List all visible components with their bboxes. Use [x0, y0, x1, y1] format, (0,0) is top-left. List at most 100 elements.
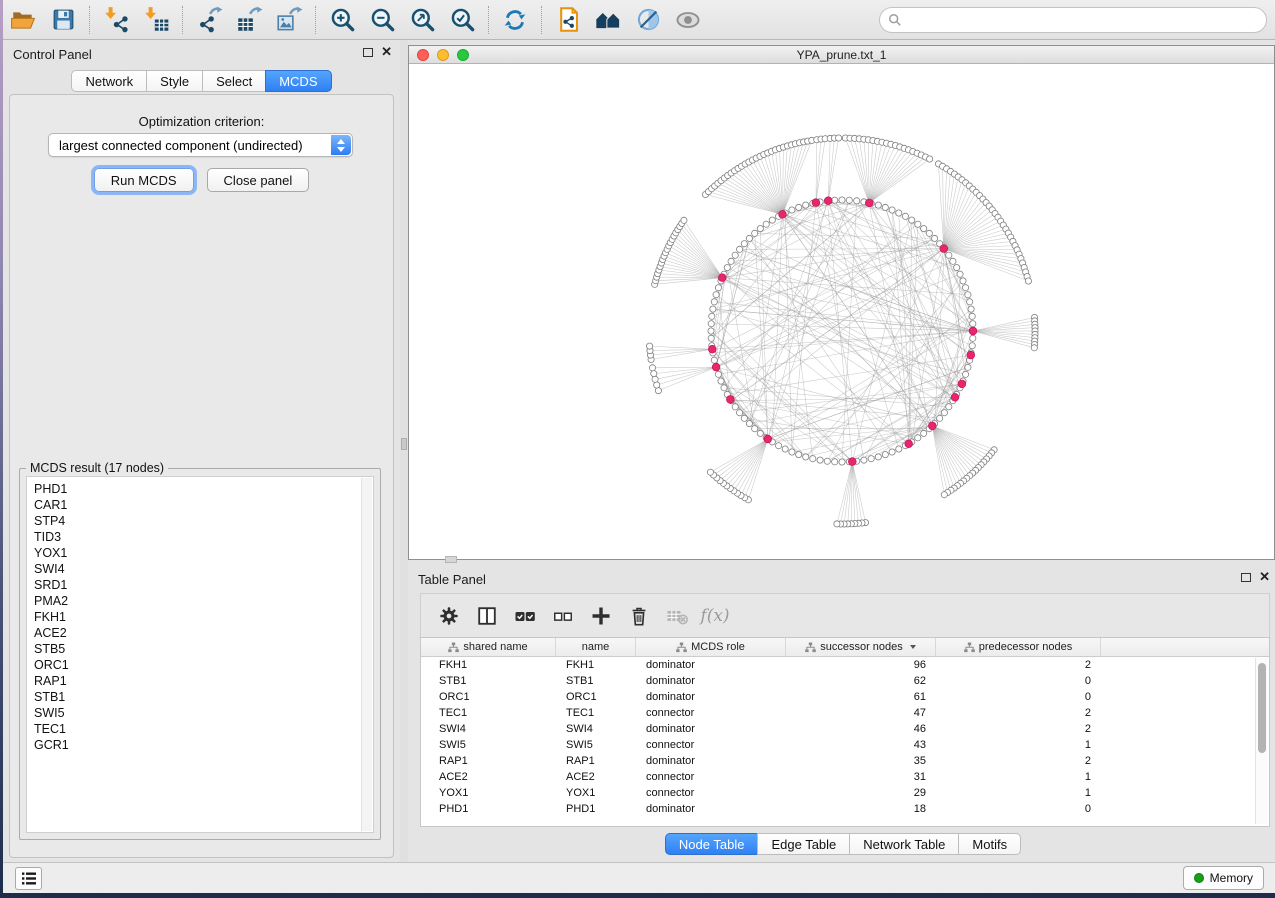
float-panel-icon[interactable]	[1241, 573, 1251, 582]
table-row[interactable]: SWI5SWI5connector431	[421, 737, 1269, 753]
close-panel-button[interactable]: Close panel	[207, 168, 310, 192]
splitter-grabber[interactable]	[401, 438, 407, 450]
result-node-item[interactable]: PHD1	[34, 481, 373, 497]
table-row[interactable]: PHD1PHD1dominator180	[421, 801, 1269, 817]
criterion-dropdown[interactable]: largest connected component (undirected)	[48, 133, 353, 157]
import-network-button[interactable]	[96, 3, 136, 37]
select-all-button[interactable]	[509, 600, 541, 632]
export-table-button[interactable]	[229, 3, 269, 37]
control-panel-title: Control Panel	[13, 47, 92, 62]
table-row[interactable]: ACE2ACE2connector311	[421, 769, 1269, 785]
show-hide-panels-button[interactable]	[668, 3, 708, 37]
task-history-button[interactable]	[15, 867, 42, 890]
table-scrollbar[interactable]	[1255, 658, 1267, 824]
column-header-predecessors[interactable]: predecessor nodes	[936, 638, 1101, 656]
zoom-selected-button[interactable]	[442, 3, 482, 37]
window-maximize-icon[interactable]	[457, 49, 469, 61]
column-header-successors[interactable]: successor nodes	[786, 638, 936, 656]
result-node-item[interactable]: YOX1	[34, 545, 373, 561]
table-row[interactable]: YOX1YOX1connector291	[421, 785, 1269, 801]
result-node-item[interactable]: PMA2	[34, 593, 373, 609]
result-node-item[interactable]: STB1	[34, 689, 373, 705]
export-web-page-button[interactable]	[548, 3, 588, 37]
zoom-out-button[interactable]	[362, 3, 402, 37]
tab-network-table[interactable]: Network Table	[849, 833, 958, 855]
result-node-item[interactable]: STP4	[34, 513, 373, 529]
result-node-item[interactable]: SWI5	[34, 705, 373, 721]
window-close-icon[interactable]	[417, 49, 429, 61]
houses-icon	[594, 6, 622, 34]
zoom-fit-button[interactable]	[402, 3, 442, 37]
run-mcds-button[interactable]: Run MCDS	[94, 168, 194, 192]
table-row[interactable]: SWI4SWI4dominator462	[421, 721, 1269, 737]
delete-table-button[interactable]	[661, 600, 693, 632]
node-table[interactable]: shared namename MCDS role successor nodesp…	[420, 637, 1270, 827]
cell-shared_name: SWI4	[421, 723, 556, 735]
result-node-item[interactable]: STB5	[34, 641, 373, 657]
tab-edge-table[interactable]: Edge Table	[757, 833, 849, 855]
vertical-splitter[interactable]	[400, 40, 408, 862]
zoom-out-icon	[369, 6, 396, 33]
table-row[interactable]: STB1STB1dominator620	[421, 673, 1269, 689]
toggle-graphics-details-button[interactable]	[628, 3, 668, 37]
network-window-titlebar[interactable]: YPA_prune.txt_1	[409, 46, 1274, 64]
tab-mcds[interactable]: MCDS	[265, 70, 331, 92]
cell-predecessors: 0	[936, 691, 1101, 703]
deselect-all-button[interactable]	[547, 600, 579, 632]
criterion-value: largest connected component (undirected)	[59, 138, 303, 153]
float-panel-icon[interactable]	[363, 48, 373, 57]
tab-motifs[interactable]: Motifs	[958, 833, 1021, 855]
save-session-button[interactable]	[43, 3, 83, 37]
network-home-button[interactable]	[588, 3, 628, 37]
search-box[interactable]	[879, 7, 1267, 33]
cell-shared_name: YOX1	[421, 787, 556, 799]
network-graph[interactable]	[409, 64, 1274, 559]
result-node-item[interactable]: TEC1	[34, 721, 373, 737]
mcds-result-list[interactable]: PHD1CAR1STP4TID3YOX1SWI4SRD1PMA2FKH1ACE2…	[26, 476, 374, 833]
horizontal-splitter-grabber[interactable]	[445, 556, 457, 563]
table-row[interactable]: FKH1FKH1dominator962	[421, 657, 1269, 673]
show-columns-button[interactable]	[471, 600, 503, 632]
tab-select[interactable]: Select	[202, 70, 265, 92]
column-label: MCDS role	[691, 641, 745, 653]
result-node-item[interactable]: SWI4	[34, 561, 373, 577]
tab-node-table[interactable]: Node Table	[665, 833, 758, 855]
tab-style[interactable]: Style	[146, 70, 202, 92]
result-list-scrollbar[interactable]	[361, 478, 372, 831]
cell-role: dominator	[636, 691, 786, 703]
cell-name: ORC1	[556, 691, 636, 703]
result-node-item[interactable]: ORC1	[34, 657, 373, 673]
table-row[interactable]: TEC1TEC1connector472	[421, 705, 1269, 721]
table-row[interactable]: RAP1RAP1dominator352	[421, 753, 1269, 769]
export-network-button[interactable]	[189, 3, 229, 37]
table-row[interactable]: ORC1ORC1dominator610	[421, 689, 1269, 705]
result-node-item[interactable]: RAP1	[34, 673, 373, 689]
result-node-item[interactable]: CAR1	[34, 497, 373, 513]
result-node-item[interactable]: TID3	[34, 529, 373, 545]
tab-network[interactable]: Network	[71, 70, 146, 92]
export-image-button[interactable]	[269, 3, 309, 37]
function-builder-button[interactable]: f(x)	[699, 600, 731, 632]
zoom-in-button[interactable]	[322, 3, 362, 37]
window-minimize-icon[interactable]	[437, 49, 449, 61]
result-node-item[interactable]: FKH1	[34, 609, 373, 625]
apply-layout-button[interactable]	[495, 3, 535, 37]
close-panel-icon[interactable]: ✕	[381, 47, 392, 57]
open-file-button[interactable]	[3, 3, 43, 37]
search-input[interactable]	[902, 10, 1266, 30]
result-node-item[interactable]: ACE2	[34, 625, 373, 641]
optimization-criterion-label: Optimization criterion:	[10, 114, 393, 129]
import-table-button[interactable]	[136, 3, 176, 37]
memory-button[interactable]: Memory	[1183, 866, 1264, 890]
network-canvas[interactable]	[409, 64, 1274, 559]
table-scrollbar-thumb[interactable]	[1258, 663, 1266, 753]
add-row-button[interactable]	[585, 600, 617, 632]
column-header-name[interactable]: name	[556, 638, 636, 656]
column-header-role[interactable]: MCDS role	[636, 638, 786, 656]
result-node-item[interactable]: GCR1	[34, 737, 373, 753]
result-node-item[interactable]: SRD1	[34, 577, 373, 593]
close-panel-icon[interactable]: ✕	[1259, 572, 1270, 582]
table-settings-button[interactable]	[433, 600, 465, 632]
column-header-shared_name[interactable]: shared name	[421, 638, 556, 656]
delete-row-button[interactable]	[623, 600, 655, 632]
